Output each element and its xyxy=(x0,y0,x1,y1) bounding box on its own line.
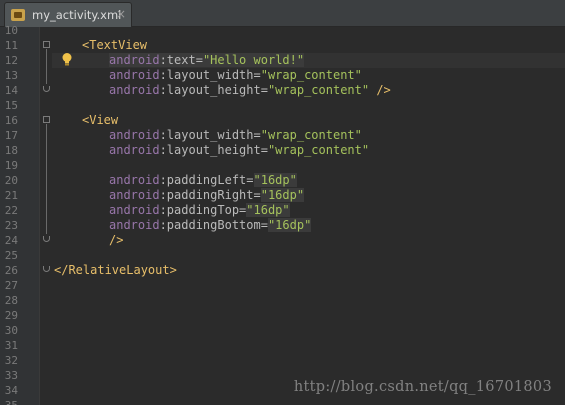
code-line-14[interactable]: android:layout_height="wrap_content" /> xyxy=(109,83,391,98)
fold-end-icon[interactable] xyxy=(43,236,50,242)
code-line-13[interactable]: android:layout_width="wrap_content" xyxy=(109,68,362,83)
watermark-url: http://blog.csdn.net/qq_16701803 xyxy=(293,379,552,395)
xml-value-rest: ld!" xyxy=(275,53,305,67)
code-line-11[interactable]: <TextView xyxy=(82,38,147,53)
code-line-26[interactable]: </RelativeLayout> xyxy=(54,263,177,278)
code-line-22[interactable]: android:paddingTop="16dp" xyxy=(109,203,290,218)
code-line-24[interactable]: /> xyxy=(109,233,123,248)
fold-end-icon[interactable] xyxy=(43,86,50,92)
fold-marker-icon[interactable] xyxy=(43,116,50,123)
xml-namespace: android xyxy=(109,53,160,67)
close-icon[interactable]: × xyxy=(116,7,126,21)
fold-guide xyxy=(46,124,47,234)
code-area[interactable]: <TextView android:text="Hello world!" an… xyxy=(0,27,565,405)
lightbulb-icon[interactable] xyxy=(61,52,73,66)
code-line-21[interactable]: android:paddingRight="16dp" xyxy=(109,188,305,203)
xml-attribute: :text= xyxy=(159,53,203,67)
xml-tag: TextView xyxy=(89,38,148,52)
code-line-12[interactable]: android:text="Hello world!" xyxy=(109,53,305,68)
xml-tag: RelativeLayout xyxy=(68,263,170,277)
code-line-16[interactable]: <View xyxy=(82,113,118,128)
fold-end-icon[interactable] xyxy=(43,266,50,272)
xml-tag: View xyxy=(89,113,119,127)
tab-label: my_activity.xml xyxy=(32,8,122,22)
fold-guide xyxy=(46,49,47,84)
code-line-18[interactable]: android:layout_height="wrap_content" xyxy=(109,143,369,158)
code-line-20[interactable]: android:paddingLeft="16dp" xyxy=(109,173,297,188)
xml-file-icon xyxy=(11,9,25,21)
fold-marker-icon[interactable] xyxy=(43,41,50,48)
xml-value: "Hello wor xyxy=(202,53,276,67)
code-line-23[interactable]: android:paddingBottom="16dp" xyxy=(109,218,312,233)
code-editor-window: my_activity.xml × 10 11 12 13 14 15 16 17 18 19 20… xyxy=(0,0,565,405)
tab-my-activity-xml[interactable]: my_activity.xml × xyxy=(4,2,132,27)
code-line-17[interactable]: android:layout_width="wrap_content" xyxy=(109,128,362,143)
editor-tab-bar: my_activity.xml × xyxy=(0,0,565,27)
